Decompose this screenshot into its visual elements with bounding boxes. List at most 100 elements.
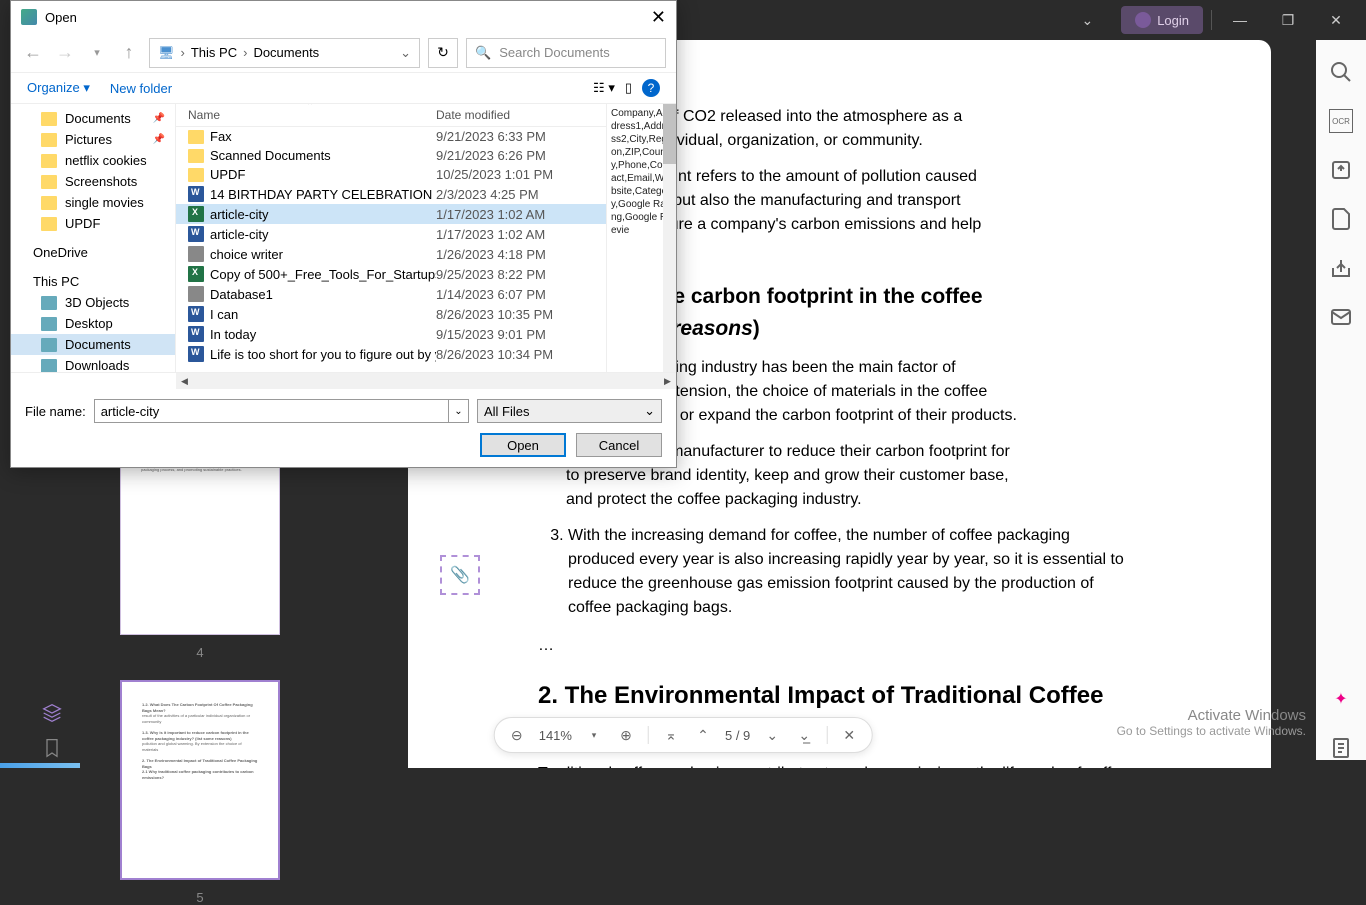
export-icon[interactable] <box>1329 158 1353 182</box>
search-icon[interactable] <box>1329 60 1353 84</box>
file-type-icon <box>188 206 204 222</box>
file-name: article-city <box>210 207 269 222</box>
file-type-icon <box>188 149 204 163</box>
file-name: Scanned Documents <box>210 148 331 163</box>
attachment-placeholder[interactable]: 📎 <box>440 555 480 595</box>
mail-icon[interactable] <box>1329 305 1353 329</box>
sidebar-thispc[interactable]: This PC <box>11 271 175 292</box>
sidebar-item[interactable]: Desktop <box>11 313 175 334</box>
nav-recent-dropdown[interactable]: ▾ <box>85 46 109 59</box>
nav-back-button[interactable]: ← <box>21 42 45 63</box>
filename-dropdown[interactable]: ⌄ <box>449 399 469 423</box>
thumb-label-5: 5 <box>30 890 370 905</box>
file-row[interactable]: Database11/14/2023 6:07 PM <box>176 284 606 304</box>
sidebar-item[interactable]: Documents <box>11 334 175 355</box>
page-navigator: ⊖ 141% ▾ ⊕ ⌅ ⌃ 5 / 9 ⌄ ⌄̲ ✕ <box>494 717 873 753</box>
file-row[interactable]: I can8/26/2023 10:35 PM <box>176 304 606 324</box>
sidebar-item[interactable]: Downloads <box>11 355 175 372</box>
pin-icon: 📌 <box>153 134 165 145</box>
page-indicator[interactable]: 5 / 9 <box>725 728 750 743</box>
file-row[interactable]: Fax9/21/2023 6:33 PM <box>176 127 606 146</box>
sidebar-item[interactable]: Pictures📌 <box>11 129 175 150</box>
zoom-out-button[interactable]: ⊖ <box>507 725 527 745</box>
note-icon[interactable] <box>1329 736 1353 760</box>
sparkle-icon[interactable]: ✦ <box>1329 687 1353 711</box>
login-button[interactable]: Login <box>1121 6 1203 34</box>
open-button[interactable]: Open <box>480 433 566 457</box>
last-page-button[interactable]: ⌄̲ <box>794 725 814 745</box>
cancel-button[interactable]: Cancel <box>576 433 662 457</box>
folder-icon <box>41 133 57 147</box>
maximize-button[interactable]: ❐ <box>1268 4 1308 36</box>
refresh-button[interactable]: ↻ <box>428 38 458 68</box>
thumb-label-4: 4 <box>30 645 370 660</box>
share-icon[interactable] <box>1329 256 1353 280</box>
view-mode-button[interactable]: ☷ ▾ <box>593 80 615 96</box>
page-thumbnail-5[interactable]: 1.2. What Does The Carbon Footprint Of C… <box>120 680 280 880</box>
sidebar-item[interactable]: Documents📌 <box>11 108 175 129</box>
filename-input[interactable] <box>94 399 449 423</box>
sidebar-onedrive[interactable]: OneDrive <box>11 242 175 263</box>
breadcrumb-bar[interactable]: 🖥 › This PC › Documents ⌄ <box>149 38 420 68</box>
file-date: 8/26/2023 10:35 PM <box>436 307 606 322</box>
dialog-close-button[interactable]: ✕ <box>651 7 666 28</box>
file-type-filter[interactable]: All Files⌄ <box>477 399 662 423</box>
next-page-button[interactable]: ⌄ <box>762 725 782 745</box>
column-header-date[interactable]: Date modified <box>436 108 606 122</box>
breadcrumb-root[interactable]: This PC <box>191 45 237 60</box>
nav-forward-button[interactable]: → <box>53 42 77 63</box>
first-page-button[interactable]: ⌅ <box>661 725 681 745</box>
close-pager-button[interactable]: ✕ <box>839 725 859 745</box>
minimize-button[interactable]: — <box>1220 4 1260 36</box>
file-type-icon <box>188 346 204 362</box>
doc-text: Traditional coffee packaging contributes… <box>538 762 1141 768</box>
breadcrumb-dropdown[interactable]: ⌄ <box>400 45 411 61</box>
sidebar-label: netflix cookies <box>65 153 147 168</box>
file-row[interactable]: UPDF10/25/2023 1:01 PM <box>176 165 606 184</box>
organize-menu[interactable]: Organize ▾ <box>27 80 90 96</box>
zoom-in-button[interactable]: ⊕ <box>616 725 636 745</box>
sidebar-label: Documents <box>65 111 131 126</box>
activate-windows-watermark: Activate Windows Go to Settings to activ… <box>1117 707 1306 738</box>
ocr-icon[interactable]: OCR <box>1329 109 1353 133</box>
folder-icon <box>41 196 57 210</box>
sidebar-item[interactable]: netflix cookies <box>11 150 175 171</box>
titlebar-dropdown-icon[interactable]: ⌄ <box>1081 12 1093 29</box>
help-button[interactable]: ? <box>642 79 660 97</box>
preview-toggle-button[interactable]: ▯ <box>625 80 632 96</box>
file-date: 1/26/2023 4:18 PM <box>436 247 606 262</box>
sidebar-item[interactable]: single movies <box>11 192 175 213</box>
sidebar-label: 3D Objects <box>65 295 129 310</box>
sidebar-item[interactable]: UPDF <box>11 213 175 234</box>
file-name: Life is too short for you to figure out … <box>210 347 436 362</box>
zoom-dropdown[interactable]: ▾ <box>584 725 604 745</box>
file-row[interactable]: Copy of 500+_Free_Tools_For_Startups(1)9… <box>176 264 606 284</box>
file-row[interactable]: Life is too short for you to figure out … <box>176 344 606 364</box>
horizontal-scrollbar[interactable]: ◀▶ <box>176 373 676 389</box>
close-button[interactable]: ✕ <box>1316 4 1356 36</box>
sidebar-item[interactable]: 3D Objects <box>11 292 175 313</box>
layers-icon[interactable] <box>42 703 62 723</box>
file-row[interactable]: choice writer1/26/2023 4:18 PM <box>176 244 606 264</box>
file-row[interactable]: article-city1/17/2023 1:02 AM <box>176 224 606 244</box>
nav-up-button[interactable]: ↑ <box>117 42 141 63</box>
file-row[interactable]: 14 BIRTHDAY PARTY CELEBRATION IDEAS...2/… <box>176 184 606 204</box>
file-date: 1/17/2023 1:02 AM <box>436 207 606 222</box>
new-folder-button[interactable]: New folder <box>110 81 172 96</box>
file-row[interactable]: article-city 1/17/2023 1:02 AM <box>176 204 606 224</box>
file-type-icon <box>188 286 204 302</box>
doc-text: to preserve brand identity, keep and gro… <box>566 467 1009 484</box>
breadcrumb-folder[interactable]: Documents <box>253 45 319 60</box>
sidebar-item[interactable]: Screenshots <box>11 171 175 192</box>
file-row[interactable]: Scanned Documents 9/21/2023 6:26 PM <box>176 146 606 165</box>
file-row[interactable]: In today9/15/2023 9:01 PM <box>176 324 606 344</box>
file-name: Database1 <box>210 287 273 302</box>
search-box[interactable]: 🔍 Search Documents <box>466 38 666 68</box>
bookmark-icon[interactable] <box>42 738 62 758</box>
file-type-icon <box>188 226 204 242</box>
doc-list-item: With the increasing demand for coffee, t… <box>568 524 1141 620</box>
page-icon[interactable] <box>1329 207 1353 231</box>
prev-page-button[interactable]: ⌃ <box>693 725 713 745</box>
file-date: 9/21/2023 6:26 PM <box>436 148 606 163</box>
folder-icon <box>41 112 57 126</box>
